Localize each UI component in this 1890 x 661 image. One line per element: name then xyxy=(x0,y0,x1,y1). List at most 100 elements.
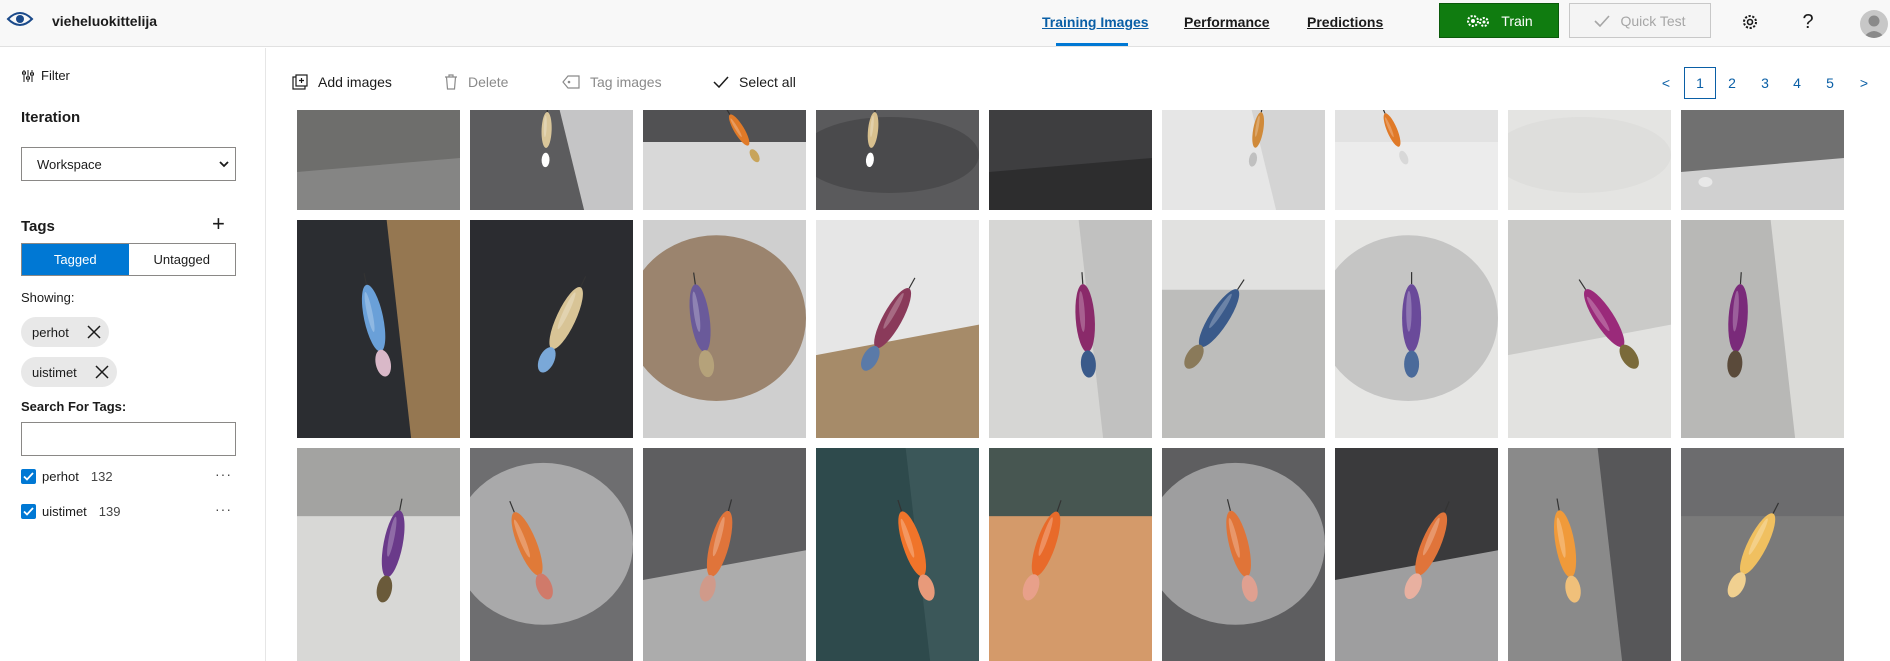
untagged-option[interactable]: Untagged xyxy=(129,244,236,275)
thumbnail-image xyxy=(1681,110,1844,210)
train-button[interactable]: Train xyxy=(1439,3,1559,38)
thumbnail-image xyxy=(470,220,633,438)
image-thumbnail[interactable] xyxy=(297,448,460,661)
delete-button[interactable]: Delete xyxy=(444,73,508,91)
image-thumbnail[interactable] xyxy=(816,448,979,661)
tags-heading: Tags xyxy=(21,218,55,235)
remove-chip-icon[interactable] xyxy=(87,357,117,387)
chevron-down-icon xyxy=(219,161,229,168)
prev-page-button[interactable]: < xyxy=(1650,67,1682,99)
image-thumbnail[interactable] xyxy=(297,220,460,438)
tab-performance[interactable]: Performance xyxy=(1184,14,1270,30)
gears-icon xyxy=(1467,14,1490,27)
checkmark-icon xyxy=(713,76,729,88)
image-thumbnail[interactable] xyxy=(643,448,806,661)
image-thumbnail[interactable] xyxy=(816,110,979,210)
image-thumbnail[interactable] xyxy=(1162,110,1325,210)
thumbnail-image xyxy=(816,110,979,210)
thumbnail-image xyxy=(1508,110,1671,210)
filter-sliders-icon xyxy=(22,69,34,82)
image-thumbnail[interactable] xyxy=(1681,448,1844,661)
more-options-icon[interactable]: ··· xyxy=(215,466,232,482)
thumbnail-image xyxy=(1681,220,1844,438)
help-icon[interactable]: ? xyxy=(1796,10,1820,34)
trash-icon xyxy=(445,74,457,90)
page-2-button[interactable]: 2 xyxy=(1716,67,1748,99)
image-thumbnail[interactable] xyxy=(989,110,1152,210)
image-thumbnail[interactable] xyxy=(989,220,1152,438)
iteration-select[interactable]: Workspace xyxy=(21,147,236,181)
tag-images-button[interactable]: Tag images xyxy=(562,73,662,91)
image-thumbnail[interactable] xyxy=(1681,220,1844,438)
tag-name: uistimet xyxy=(42,503,87,519)
chip-label: perhot xyxy=(32,324,69,340)
thumbnail-image xyxy=(1162,110,1325,210)
quick-test-label: Quick Test xyxy=(1620,12,1686,29)
tagged-option[interactable]: Tagged xyxy=(22,244,129,275)
thumbnail-image xyxy=(297,220,460,438)
tag-count: 132 xyxy=(90,468,113,484)
filter-chip-perhot: perhot xyxy=(21,317,109,347)
thumbnail-image xyxy=(643,220,806,438)
image-thumbnail[interactable] xyxy=(643,220,806,438)
thumbnail-image xyxy=(1162,220,1325,438)
tag-list-item-perhot[interactable]: perhot 132 ··· xyxy=(21,466,236,486)
thumbnail-image xyxy=(1335,220,1498,438)
delete-label: Delete xyxy=(468,74,509,90)
thumbnail-image xyxy=(1335,110,1498,210)
active-tab-indicator xyxy=(1056,43,1128,46)
checkbox[interactable] xyxy=(21,468,36,484)
image-thumbnail[interactable] xyxy=(989,448,1152,661)
chip-label: uistimet xyxy=(32,364,77,380)
image-thumbnail[interactable] xyxy=(470,220,633,438)
filter-label: Filter xyxy=(41,68,70,83)
eye-logo-icon xyxy=(6,12,34,26)
page-4-button[interactable]: 4 xyxy=(1781,67,1813,99)
quick-test-button[interactable]: Quick Test xyxy=(1569,3,1711,38)
image-thumbnail[interactable] xyxy=(1335,110,1498,210)
tagged-untagged-toggle: Tagged Untagged xyxy=(21,243,236,276)
tag-name: perhot xyxy=(42,468,79,484)
select-all-button[interactable]: Select all xyxy=(713,73,796,91)
tab-training-images[interactable]: Training Images xyxy=(1042,14,1149,30)
image-thumbnail[interactable] xyxy=(1335,220,1498,438)
select-all-label: Select all xyxy=(739,74,796,90)
image-thumbnail[interactable] xyxy=(470,110,633,210)
add-images-button[interactable]: Add images xyxy=(292,73,392,91)
train-label: Train xyxy=(1501,12,1533,29)
image-thumbnail[interactable] xyxy=(470,448,633,661)
thumbnail-image xyxy=(989,110,1152,210)
page-3-button[interactable]: 3 xyxy=(1749,67,1781,99)
more-options-icon[interactable]: ··· xyxy=(215,501,232,517)
image-thumbnail[interactable] xyxy=(1508,110,1671,210)
thumbnail-image xyxy=(643,448,806,661)
search-tags-label: Search For Tags: xyxy=(21,399,127,414)
image-thumbnail[interactable] xyxy=(1335,448,1498,661)
tab-predictions[interactable]: Predictions xyxy=(1307,14,1383,30)
image-thumbnail[interactable] xyxy=(643,110,806,210)
image-thumbnail[interactable] xyxy=(1508,448,1671,661)
image-thumbnail[interactable] xyxy=(297,110,460,210)
add-tag-button[interactable]: + xyxy=(212,213,225,235)
next-page-button[interactable]: > xyxy=(1848,67,1880,99)
page-1-button[interactable]: 1 xyxy=(1684,67,1716,99)
checkbox[interactable] xyxy=(21,503,36,519)
filter-button[interactable]: Filter xyxy=(21,68,70,83)
image-thumbnail[interactable] xyxy=(1162,220,1325,438)
tag-count: 139 xyxy=(98,503,121,519)
search-tags-input[interactable] xyxy=(21,422,236,456)
image-thumbnail[interactable] xyxy=(816,220,979,438)
image-thumbnail[interactable] xyxy=(1681,110,1844,210)
image-thumbnail[interactable] xyxy=(1508,220,1671,438)
avatar[interactable] xyxy=(1860,10,1888,38)
settings-gear-icon[interactable] xyxy=(1738,10,1762,34)
thumbnail-image xyxy=(1681,448,1844,661)
thumbnail-image xyxy=(816,448,979,661)
page-5-button[interactable]: 5 xyxy=(1814,67,1846,99)
project-name: vieheluokittelija xyxy=(52,13,158,29)
image-thumbnail[interactable] xyxy=(1162,448,1325,661)
thumbnail-image xyxy=(989,220,1152,438)
top-bar: vieheluokittelija Training Images Perfor… xyxy=(0,0,1890,47)
tag-list-item-uistimet[interactable]: uistimet 139 ··· xyxy=(21,501,236,521)
remove-chip-icon[interactable] xyxy=(79,317,109,347)
